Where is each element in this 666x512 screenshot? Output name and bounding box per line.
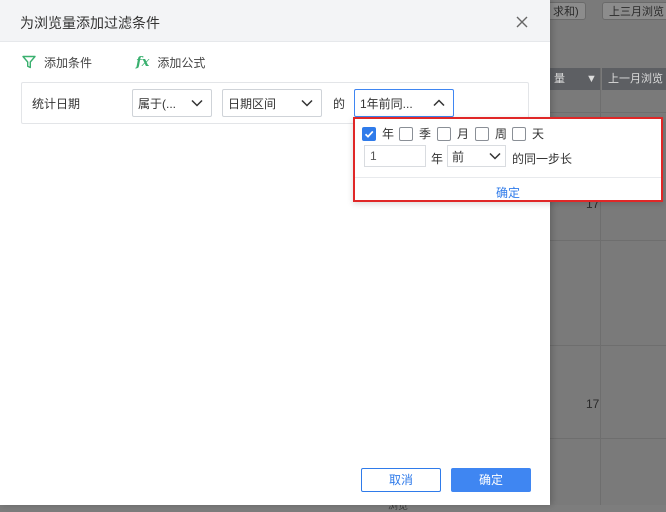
same-step-suffix: 的同一步长	[512, 152, 573, 166]
bg-row-divider	[550, 345, 666, 346]
confirm-button[interactable]: 确定	[451, 468, 531, 492]
formula-fx-icon: fx	[136, 54, 150, 70]
bg-row-divider	[550, 112, 666, 113]
amount-input[interactable]	[364, 145, 426, 167]
direction-select-value: 前	[452, 149, 465, 164]
condition-field-name: 统计日期	[32, 97, 81, 111]
sort-down-icon: ▼	[586, 73, 597, 85]
bg-row-divider	[550, 240, 666, 241]
checkbox-icon	[512, 126, 526, 141]
close-icon	[516, 16, 528, 28]
dialog-header: 为浏览量添加过滤条件	[0, 0, 550, 42]
checkbox-icon	[437, 126, 451, 141]
bg-header-label: 量	[554, 73, 565, 85]
bg-column-header-last-month: 上一月浏览	[602, 68, 666, 90]
bg-cell-value: 17	[586, 397, 600, 411]
add-formula-button[interactable]: fx 添加公式	[136, 53, 205, 71]
unit-option-month[interactable]: 月	[437, 125, 469, 142]
unit-option-label: 季	[419, 127, 432, 141]
checkbox-checked-icon	[362, 126, 376, 141]
checkbox-icon	[399, 126, 413, 141]
popup-confirm-button[interactable]: 确定	[355, 184, 661, 201]
unit-option-year[interactable]: 年	[362, 125, 394, 142]
checkbox-icon	[475, 126, 489, 141]
add-condition-label: 添加条件	[44, 55, 93, 70]
chevron-down-icon	[191, 99, 203, 107]
bg-row-divider	[550, 438, 666, 439]
operator-select-value: 属于(...	[138, 96, 176, 111]
bg-chip-last-three-months: 上三月浏览	[602, 2, 666, 20]
filter-icon	[22, 55, 36, 69]
chevron-down-icon	[301, 99, 313, 107]
popup-divider	[355, 177, 661, 178]
unit-option-day[interactable]: 天	[512, 125, 544, 142]
chevron-down-icon	[489, 152, 501, 160]
unit-option-label: 周	[495, 127, 508, 141]
unit-option-label: 天	[532, 127, 545, 141]
dialog-title: 为浏览量添加过滤条件	[20, 15, 160, 31]
chevron-up-icon	[433, 99, 445, 107]
period-popup: 年 季 月 周 天 年 前 的同一步长 确定	[353, 117, 663, 202]
amount-unit-label: 年	[431, 152, 444, 166]
direction-select[interactable]: 前	[447, 145, 506, 167]
of-connector-text: 的	[333, 97, 346, 111]
unit-option-label: 月	[457, 127, 470, 141]
add-condition-button[interactable]: 添加条件	[22, 53, 92, 71]
unit-option-quarter[interactable]: 季	[399, 125, 431, 142]
period-select[interactable]: 1年前同...	[354, 89, 454, 117]
range-type-select-value: 日期区间	[228, 96, 277, 111]
range-type-select[interactable]: 日期区间	[222, 89, 322, 117]
add-formula-label: 添加公式	[157, 55, 206, 70]
filter-dialog: 为浏览量添加过滤条件 添加条件 fx 添加公式 统计日期 属于(... 日期区间	[0, 0, 663, 505]
cancel-button[interactable]: 取消	[361, 468, 441, 492]
bg-chip-sum: 求和)	[546, 2, 586, 20]
bg-column-header-volume: 量 ▼	[548, 68, 600, 90]
unit-option-label: 年	[382, 127, 395, 141]
unit-option-week[interactable]: 周	[475, 125, 507, 142]
period-select-value: 1年前同...	[360, 96, 413, 111]
close-button[interactable]	[512, 12, 532, 32]
operator-select[interactable]: 属于(...	[132, 89, 212, 117]
